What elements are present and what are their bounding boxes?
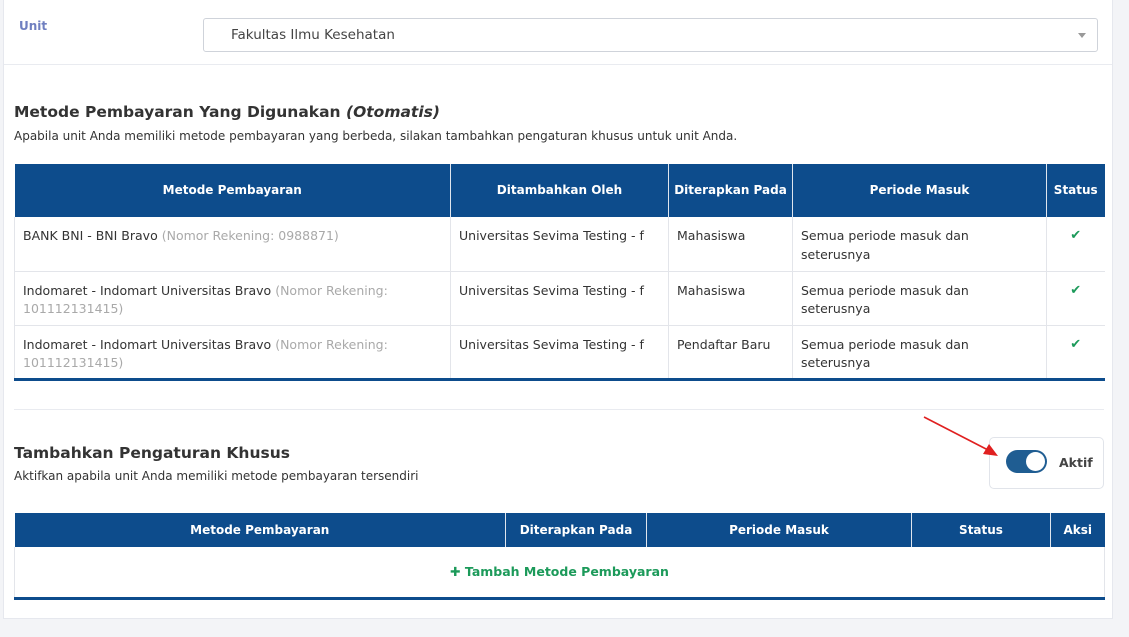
method-name: Indomaret - Indomart Universitas Bravo xyxy=(23,282,272,298)
toggle-knob xyxy=(1026,452,1045,471)
check-icon: ✔ xyxy=(1070,228,1082,243)
annotation-arrow-icon xyxy=(923,416,998,456)
auto-section-title-text: Metode Pembayaran Yang Digunakan xyxy=(14,103,341,121)
col-header-applied-to: Diterapkan Pada xyxy=(505,513,647,547)
cell-status: ✔ xyxy=(1046,271,1105,326)
unit-label: Unit xyxy=(19,19,48,33)
table-header-row: Metode Pembayaran Ditambahkan Oleh Diter… xyxy=(14,164,1105,217)
col-header-method: Metode Pembayaran xyxy=(14,164,451,217)
active-toggle-switch[interactable] xyxy=(1006,450,1047,473)
add-method-cell: ✚ Tambah Metode Pembayaran xyxy=(14,547,1105,599)
col-header-status: Status xyxy=(1046,164,1105,217)
unit-select-value: Fakultas Ilmu Kesehatan xyxy=(231,27,395,43)
cell-status: ✔ xyxy=(1046,217,1105,272)
account-number: (Nomor Rekening: 0988871) xyxy=(161,228,339,243)
method-name: Indomaret - Indomart Universitas Bravo xyxy=(23,336,272,352)
col-header-applied-to: Diterapkan Pada xyxy=(668,164,793,217)
auto-methods-table: Metode Pembayaran Ditambahkan Oleh Diter… xyxy=(14,164,1105,381)
table-row: Indomaret - Indomart Universitas Bravo (… xyxy=(14,325,1105,380)
cell-applied-to: Mahasiswa xyxy=(668,217,793,272)
col-header-status: Status xyxy=(911,513,1051,547)
table-row: Indomaret - Indomart Universitas Bravo (… xyxy=(14,271,1105,326)
custom-section-description: Aktifkan apabila unit Anda memiliki meto… xyxy=(14,469,419,483)
cell-applied-to: Pendaftar Baru xyxy=(668,325,793,380)
col-header-method: Metode Pembayaran xyxy=(14,513,506,547)
auto-section-title: Metode Pembayaran Yang Digunakan (Otomat… xyxy=(14,103,440,121)
cell-period: Semua periode masuk dan seterusnya xyxy=(792,325,1047,380)
active-toggle-label: Aktif xyxy=(1059,455,1093,470)
cell-method: Indomaret - Indomart Universitas Bravo (… xyxy=(14,271,451,326)
plus-icon: ✚ xyxy=(450,563,461,579)
col-header-period: Periode Masuk xyxy=(646,513,912,547)
add-method-row: ✚ Tambah Metode Pembayaran xyxy=(14,547,1105,599)
unit-select[interactable]: Fakultas Ilmu Kesehatan xyxy=(203,18,1098,52)
active-toggle-container: Aktif xyxy=(989,437,1104,489)
custom-methods-table: Metode Pembayaran Diterapkan Pada Period… xyxy=(14,513,1105,600)
auto-section-description: Apabila unit Anda memiliki metode pembay… xyxy=(14,129,738,143)
cell-period: Semua periode masuk dan seterusnya xyxy=(792,217,1047,272)
cell-added-by: Universitas Sevima Testing - f xyxy=(450,325,669,380)
add-payment-method-button[interactable]: ✚ Tambah Metode Pembayaran xyxy=(450,564,669,579)
caret-down-icon xyxy=(1078,33,1086,38)
cell-status: ✔ xyxy=(1046,325,1105,380)
col-header-period: Periode Masuk xyxy=(792,164,1047,217)
check-icon: ✔ xyxy=(1070,336,1082,352)
col-header-added-by: Ditambahkan Oleh xyxy=(450,164,669,217)
cell-applied-to: Mahasiswa xyxy=(668,271,793,326)
custom-section-title: Tambahkan Pengaturan Khusus xyxy=(14,444,290,462)
table-header-row: Metode Pembayaran Diterapkan Pada Period… xyxy=(14,513,1105,547)
section-divider xyxy=(14,409,1104,410)
main-card: Unit Fakultas Ilmu Kesehatan Metode Pemb… xyxy=(3,0,1113,619)
unit-row: Unit Fakultas Ilmu Kesehatan xyxy=(4,0,1112,65)
cell-method: BANK BNI - BNI Bravo (Nomor Rekening: 09… xyxy=(14,217,451,272)
cell-period: Semua periode masuk dan seterusnya xyxy=(792,271,1047,326)
auto-section-title-em: (Otomatis) xyxy=(346,103,440,121)
table-row: BANK BNI - BNI Bravo (Nomor Rekening: 09… xyxy=(14,217,1105,272)
add-payment-method-label: Tambah Metode Pembayaran xyxy=(464,563,669,579)
check-icon: ✔ xyxy=(1070,282,1082,298)
method-name: BANK BNI - BNI Bravo xyxy=(23,228,158,243)
cell-added-by: Universitas Sevima Testing - f xyxy=(450,217,669,272)
cell-method: Indomaret - Indomart Universitas Bravo (… xyxy=(14,325,451,380)
col-header-action: Aksi xyxy=(1050,513,1105,547)
cell-added-by: Universitas Sevima Testing - f xyxy=(450,271,669,326)
